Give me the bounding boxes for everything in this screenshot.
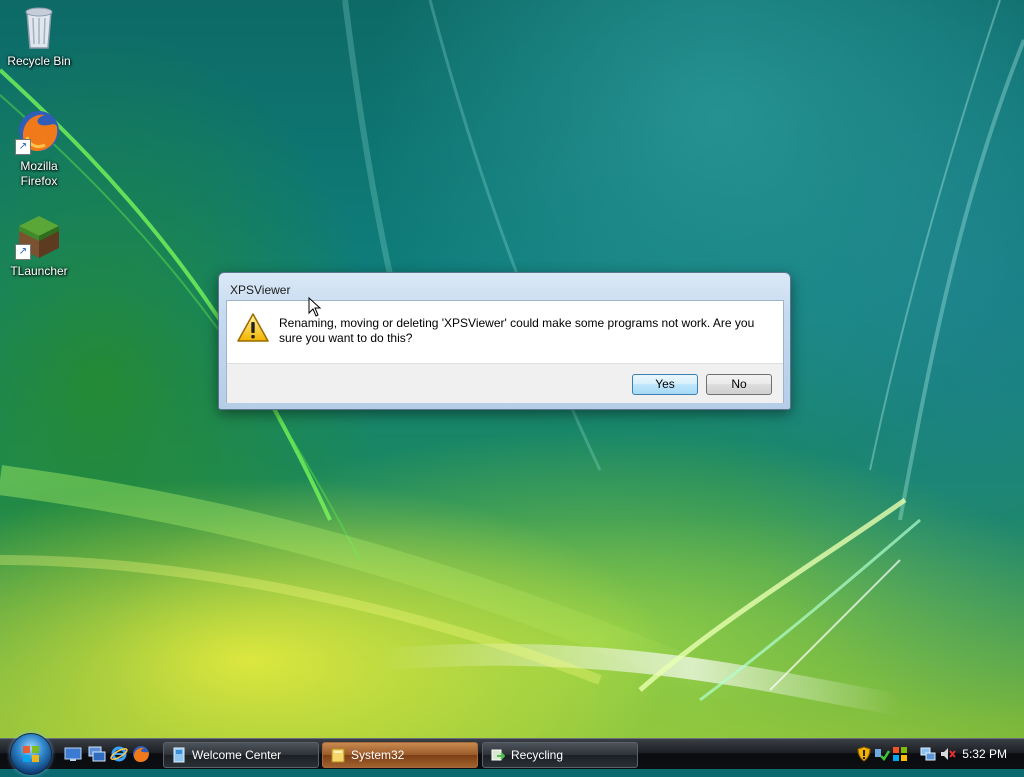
dialog-message: Renaming, moving or deleting 'XPSViewer'… <box>279 316 755 345</box>
desktop-icon-label: Recycle Bin <box>7 54 71 68</box>
task-label: Welcome Center <box>192 748 282 762</box>
desktop-icon-recycle-bin[interactable]: Recycle Bin <box>1 2 77 69</box>
confirm-dialog: XPSViewer Renaming, moving or deleting '… <box>218 272 791 410</box>
yes-button[interactable]: Yes <box>632 374 698 395</box>
windows-defender-icon[interactable] <box>892 746 908 762</box>
taskbar-clock[interactable]: 5:32 PM <box>962 739 1007 769</box>
windows-logo-icon <box>23 746 39 762</box>
system-tray: 5:32 PM <box>854 739 1024 769</box>
firefox-icon[interactable] <box>132 745 150 763</box>
task-label: System32 <box>351 748 405 762</box>
firefox-icon: ↗ <box>15 107 63 155</box>
mouse-cursor-icon <box>308 296 322 320</box>
taskbar-button-welcome-center[interactable]: Welcome Center <box>163 742 319 768</box>
file-move-icon <box>491 747 506 763</box>
start-button[interactable] <box>10 733 52 775</box>
task-label: Recycling <box>511 748 564 762</box>
desktop-icon-label: TLauncher <box>10 264 68 278</box>
recycle-bin-icon <box>15 2 63 50</box>
dialog-title: XPSViewer <box>230 283 291 297</box>
network-icon[interactable] <box>920 746 936 762</box>
show-desktop-icon[interactable] <box>64 745 82 763</box>
desktop-icon-tlauncher[interactable]: ↗ TLauncher <box>1 212 77 279</box>
folder-icon <box>331 747 345 763</box>
shortcut-arrow-icon: ↗ <box>15 139 31 155</box>
switch-windows-icon[interactable] <box>88 745 106 763</box>
network-check-icon[interactable] <box>874 746 891 762</box>
desktop-icon-label: Mozilla Firefox <box>20 159 58 188</box>
volume-muted-icon[interactable] <box>940 746 956 762</box>
taskbar-button-recycling[interactable]: Recycling <box>482 742 638 768</box>
welcome-center-icon <box>172 747 186 763</box>
taskbar: Welcome Center System32 Recycling 5:32 P… <box>0 733 1024 775</box>
warning-icon <box>236 312 270 344</box>
no-button[interactable]: No <box>706 374 772 395</box>
shortcut-arrow-icon: ↗ <box>15 244 31 260</box>
taskbar-button-system32[interactable]: System32 <box>322 742 478 768</box>
desktop-icon-firefox[interactable]: ↗ Mozilla Firefox <box>1 107 77 189</box>
tlauncher-icon: ↗ <box>15 212 63 260</box>
internet-explorer-icon[interactable] <box>110 745 128 763</box>
dialog-button-bar: Yes No <box>227 363 783 403</box>
security-shield-icon[interactable] <box>856 746 872 762</box>
